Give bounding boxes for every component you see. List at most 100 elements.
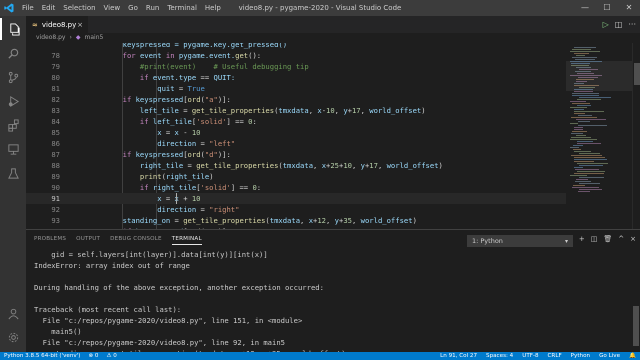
menu-edit[interactable]: Edit	[38, 0, 60, 16]
accounts-icon[interactable]	[0, 302, 26, 324]
code-token: )	[412, 216, 417, 225]
terminal-scrollbar[interactable]	[632, 246, 640, 352]
tab-video8[interactable]: ≈ video8.py ×	[26, 16, 88, 33]
tab-output[interactable]: OUTPUT	[76, 236, 100, 245]
code-token: +	[183, 194, 192, 203]
code-token: ord	[187, 150, 201, 159]
minimap-preview	[566, 47, 632, 192]
trash-icon[interactable]: 🗑	[603, 235, 612, 243]
code-token: ,	[351, 216, 361, 225]
code-token: 25	[330, 161, 339, 170]
code-token: pygame.event.	[178, 51, 236, 60]
warning-count[interactable]: ⚠ 0	[106, 352, 116, 360]
minimap[interactable]	[566, 43, 632, 229]
close-panel-icon[interactable]: ×	[630, 235, 636, 243]
extensions-icon[interactable]	[0, 114, 26, 136]
code-token: standing_on	[88, 216, 175, 225]
code-line: 92 direction = "right"	[26, 204, 566, 215]
testing-icon[interactable]	[0, 162, 26, 184]
split-terminal-icon[interactable]: ◫	[591, 235, 598, 243]
code-token: print	[88, 172, 162, 181]
line-code: direction = "left"	[88, 138, 235, 149]
code-token: keyspressed = pygame.key.get_pressed()	[88, 43, 288, 49]
menu-file[interactable]: File	[18, 0, 38, 16]
menu-run[interactable]: Run	[142, 0, 163, 16]
terminal-output[interactable]: gid = self.layers[int(layer)].data[int(y…	[26, 247, 632, 353]
code-token: =	[178, 84, 188, 93]
explorer-icon[interactable]	[0, 18, 26, 40]
indentation[interactable]: Spaces: 4	[486, 352, 513, 360]
more-actions-icon[interactable]: ···	[628, 20, 636, 29]
menu-selection[interactable]: Selection	[59, 0, 99, 16]
minimap-line	[574, 167, 583, 168]
code-token: ,	[360, 106, 370, 115]
scrollbar-thumb[interactable]	[633, 306, 639, 346]
code-token: =	[183, 106, 192, 115]
maximize-panel-icon[interactable]: ^	[618, 235, 624, 243]
menu-go[interactable]: Go	[124, 0, 142, 16]
code-line: 80 if event.type == QUIT:	[26, 72, 566, 83]
minimap-line	[577, 141, 593, 142]
close-tab-icon[interactable]: ×	[77, 21, 83, 29]
line-code: quit = True	[88, 83, 205, 94]
tab-problems[interactable]: PROBLEMS	[34, 236, 66, 245]
minimap-line	[575, 169, 599, 170]
method-icon: ◆	[75, 34, 81, 41]
error-count[interactable]: ⊗ 0	[88, 352, 98, 360]
minimap-line	[572, 95, 599, 96]
code-token: if	[88, 95, 136, 104]
minimap-line	[572, 49, 591, 50]
cursor-position[interactable]: Ln 91, Col 27	[440, 352, 477, 360]
minimap-line	[576, 135, 586, 136]
code-token: -	[183, 128, 192, 137]
scrollbar-thumb[interactable]	[634, 63, 640, 85]
line-number: 84	[51, 117, 60, 126]
go-live-button[interactable]: Go Live	[599, 352, 620, 360]
code-token: 12	[317, 216, 327, 225]
code-token: 'solid'	[200, 183, 231, 192]
minimap-viewport[interactable]	[566, 61, 632, 91]
remote-explorer-icon[interactable]	[0, 138, 26, 160]
run-file-icon[interactable]: ▷	[603, 20, 609, 29]
split-editor-icon[interactable]: ◫	[615, 20, 623, 29]
bell-icon[interactable]: 🔔	[629, 352, 636, 360]
code-token: keyspressed	[135, 150, 184, 159]
terminal-select[interactable]: 1: Python ▾	[467, 235, 573, 247]
breadcrumb-symbol[interactable]: main5	[85, 33, 104, 43]
code-token: event	[139, 51, 166, 60]
menu-view[interactable]: View	[100, 0, 125, 16]
search-icon[interactable]	[0, 42, 26, 64]
line-ending[interactable]: CRLF	[548, 352, 562, 360]
minimap-line	[576, 179, 588, 180]
minimap-line	[572, 57, 597, 58]
encoding[interactable]: UTF-8	[522, 352, 538, 360]
menu-terminal[interactable]: Terminal	[163, 0, 201, 16]
terminal-line: File "c:/repos/pygame-2020/video8.py", l…	[34, 338, 285, 347]
editor-scrollbar[interactable]	[632, 43, 640, 229]
maximize-button[interactable]: ☐	[596, 0, 618, 16]
run-debug-icon[interactable]	[0, 90, 26, 112]
minimize-button[interactable]: —	[574, 0, 596, 16]
close-window-button[interactable]: ✕	[618, 0, 640, 16]
python-interpreter[interactable]: Python 3.8.5 64-bit ('venv')	[4, 352, 80, 360]
settings-gear-icon[interactable]	[0, 326, 26, 348]
code-token: ,	[300, 216, 309, 225]
code-token: if	[88, 73, 153, 82]
code-token: ] ==	[226, 117, 249, 126]
minimap-line	[574, 91, 593, 92]
language-mode[interactable]: Python	[571, 352, 590, 360]
source-control-icon[interactable]	[0, 66, 26, 88]
code-editor[interactable]: keyspressed = pygame.key.get_pressed() 78…	[26, 43, 566, 229]
code-line: 89 print(right_tile)	[26, 171, 566, 182]
line-code: for event in pygame.event.get():	[88, 50, 262, 61]
tab-terminal[interactable]: TERMINAL	[171, 236, 202, 245]
new-terminal-icon[interactable]: +	[579, 235, 585, 243]
line-code: if right_tile['solid'] == 0:	[88, 182, 261, 193]
breadcrumb-file[interactable]: video8.py	[36, 33, 65, 43]
code-token: get	[235, 51, 249, 60]
terminal-select-value: 1: Python	[472, 237, 503, 245]
tab-debug-console[interactable]: DEBUG CONSOLE	[110, 236, 162, 245]
menu-help[interactable]: Help	[201, 0, 225, 16]
code-token: right_tile	[152, 183, 197, 192]
code-token: ():	[248, 51, 262, 60]
